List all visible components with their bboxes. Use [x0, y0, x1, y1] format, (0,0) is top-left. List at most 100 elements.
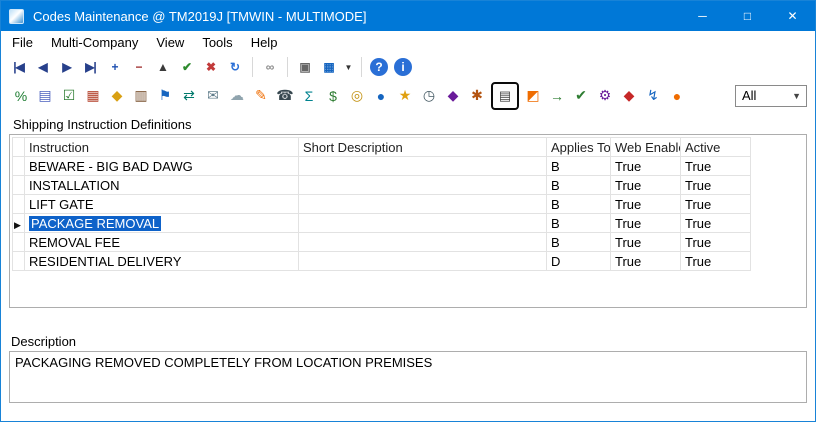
currency-button[interactable]: $: [321, 83, 345, 109]
grid-cell[interactable]: D: [547, 252, 611, 271]
print-options-button[interactable]: ▼: [341, 56, 355, 78]
grid-cell[interactable]: REMOVAL FEE: [25, 233, 299, 252]
grid-header-active[interactable]: Active: [681, 138, 751, 157]
post-edit-button[interactable]: ✔: [175, 56, 198, 78]
next-record-button[interactable]: ▶: [55, 56, 78, 78]
cloud-button[interactable]: ☁: [225, 83, 249, 109]
grid-cell[interactable]: RESIDENTIAL DELIVERY: [25, 252, 299, 271]
print-button[interactable]: ▣: [293, 56, 316, 78]
tag-button[interactable]: ◆: [441, 83, 465, 109]
shipping-instructions-button[interactable]: ▤: [491, 82, 519, 110]
vehicle-button[interactable]: ◆: [617, 83, 641, 109]
menu-item-multi-company[interactable]: Multi-Company: [42, 32, 147, 53]
first-record-button[interactable]: |◀: [7, 56, 30, 78]
last-record-button[interactable]: ▶|: [79, 56, 102, 78]
checklist-button[interactable]: ☑: [57, 83, 81, 109]
minimize-button[interactable]: ─: [680, 1, 725, 31]
menu-item-help[interactable]: Help: [242, 32, 287, 53]
table-row[interactable]: RESIDENTIAL DELIVERYDTrueTrue: [13, 252, 751, 271]
tag-icon: ◆: [448, 87, 459, 104]
grid-cell[interactable]: True: [611, 195, 681, 214]
grid-cell[interactable]: True: [611, 233, 681, 252]
ball-button[interactable]: ●: [665, 83, 689, 109]
coins-button[interactable]: ◎: [345, 83, 369, 109]
grid-cell[interactable]: [299, 176, 547, 195]
grid-header-instruction[interactable]: Instruction: [25, 138, 299, 157]
grid-cell[interactable]: B: [547, 214, 611, 233]
table-row[interactable]: LIFT GATEBTrueTrue: [13, 195, 751, 214]
help-button[interactable]: ?: [370, 58, 388, 76]
grid-cell[interactable]: INSTALLATION: [25, 176, 299, 195]
grid-cell[interactable]: [299, 252, 547, 271]
about-button[interactable]: i: [394, 58, 412, 76]
grid-cell[interactable]: True: [681, 252, 751, 271]
pencil-button[interactable]: ✎: [249, 83, 273, 109]
globe-button[interactable]: ●: [369, 83, 393, 109]
phone-button[interactable]: ☎: [273, 83, 297, 109]
table-row[interactable]: REMOVAL FEEBTrueTrue: [13, 233, 751, 252]
grid-cell[interactable]: True: [681, 233, 751, 252]
grid-cell[interactable]: True: [611, 157, 681, 176]
link-button[interactable]: ∞: [258, 56, 281, 78]
mail-button[interactable]: ✉: [201, 83, 225, 109]
grid-cell[interactable]: B: [547, 176, 611, 195]
cancel-edit-button[interactable]: ✖: [199, 56, 222, 78]
menu-item-file[interactable]: File: [3, 32, 42, 53]
grid-cell[interactable]: B: [547, 157, 611, 176]
report-button[interactable]: ▤: [33, 83, 57, 109]
grid-cell[interactable]: LIFT GATE: [25, 195, 299, 214]
menu-item-tools[interactable]: Tools: [193, 32, 241, 53]
titlebar[interactable]: Codes Maintenance @ TM2019J [TMWIN - MUL…: [1, 1, 815, 31]
grid-header-short-description[interactable]: Short Description: [299, 138, 547, 157]
grid-cell[interactable]: [299, 214, 547, 233]
table-row[interactable]: BEWARE - BIG BAD DAWGBTrueTrue: [13, 157, 751, 176]
forward-button[interactable]: →: [545, 83, 569, 109]
grid-cell[interactable]: True: [611, 252, 681, 271]
print-preview-button[interactable]: ▦: [317, 56, 340, 78]
rates-button[interactable]: %: [9, 83, 33, 109]
approve-button[interactable]: ✔: [569, 83, 593, 109]
grid-cell[interactable]: [299, 233, 547, 252]
grid-cell[interactable]: True: [611, 176, 681, 195]
prior-record-button[interactable]: ◀: [31, 56, 54, 78]
ledger-button[interactable]: ▥: [129, 83, 153, 109]
insert-record-button[interactable]: +: [103, 56, 126, 78]
close-button[interactable]: ✕: [770, 1, 815, 31]
description-field[interactable]: PACKAGING REMOVED COMPLETELY FROM LOCATI…: [9, 351, 807, 403]
shield-button[interactable]: ◆: [105, 83, 129, 109]
grid-cell[interactable]: True: [611, 214, 681, 233]
star-button[interactable]: ★: [393, 83, 417, 109]
flag-button[interactable]: ⚑: [153, 83, 177, 109]
grid-cell[interactable]: True: [681, 157, 751, 176]
codes-filter-dropdown[interactable]: All ▼: [735, 85, 807, 107]
calendar-button[interactable]: ▦: [81, 83, 105, 109]
bolt-button[interactable]: ↯: [641, 83, 665, 109]
tools-icon: ✱: [471, 87, 483, 104]
grid-cell[interactable]: PACKAGE REMOVAL: [25, 214, 299, 233]
grid-cell[interactable]: [299, 157, 547, 176]
flag-icon: ⚑: [159, 87, 172, 104]
edit-record-button[interactable]: ▲: [151, 56, 174, 78]
grid-cell[interactable]: BEWARE - BIG BAD DAWG: [25, 157, 299, 176]
table-row[interactable]: ▶PACKAGE REMOVALBTrueTrue: [13, 214, 751, 233]
maximize-button[interactable]: □: [725, 1, 770, 31]
table-row[interactable]: INSTALLATIONBTrueTrue: [13, 176, 751, 195]
delete-record-button[interactable]: −: [127, 56, 150, 78]
menu-item-view[interactable]: View: [147, 32, 193, 53]
grid-cell[interactable]: True: [681, 195, 751, 214]
refresh-button[interactable]: ↻: [223, 56, 246, 78]
transfer-button[interactable]: ⇄: [177, 83, 201, 109]
grid-cell[interactable]: True: [681, 214, 751, 233]
grid-cell[interactable]: [299, 195, 547, 214]
grid-cell[interactable]: True: [681, 176, 751, 195]
tools-button[interactable]: ✱: [465, 83, 489, 109]
puzzle-button[interactable]: ◩: [521, 83, 545, 109]
grid-cell[interactable]: B: [547, 195, 611, 214]
grid-cell[interactable]: B: [547, 233, 611, 252]
grid-header-applies-to[interactable]: Applies To: [547, 138, 611, 157]
summary-button[interactable]: Σ: [297, 83, 321, 109]
clock-button[interactable]: ◷: [417, 83, 441, 109]
grid-header-web-enabled[interactable]: Web Enabled: [611, 138, 681, 157]
gear-button[interactable]: ⚙: [593, 83, 617, 109]
shipping-grid-table: Instruction Short Description Applies To…: [12, 137, 751, 271]
